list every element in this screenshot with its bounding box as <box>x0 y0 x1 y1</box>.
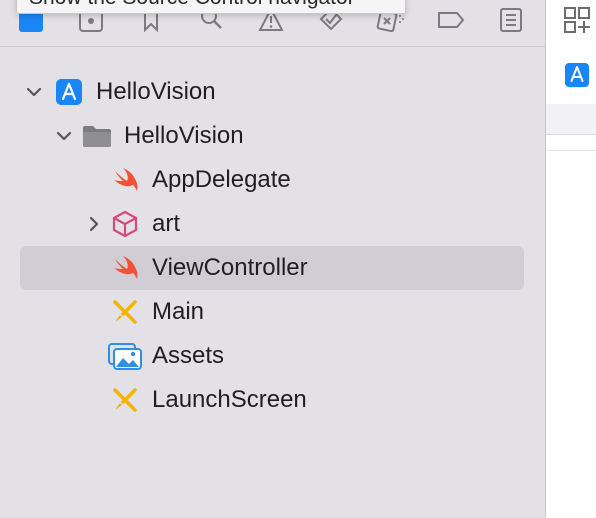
chevron-down-icon[interactable] <box>54 126 74 146</box>
library-icon[interactable] <box>563 6 591 39</box>
xcode-project-icon <box>54 77 84 107</box>
tree-item-label: Main <box>152 298 205 325</box>
package-icon <box>110 209 140 239</box>
swift-file-icon <box>110 253 140 283</box>
tree-item-appdelegate[interactable]: AppDelegate <box>20 158 524 202</box>
tree-item-viewcontroller[interactable]: ViewController <box>20 246 524 290</box>
inspector-header <box>546 0 596 105</box>
xcode-app-icon[interactable] <box>564 62 590 93</box>
report-icon[interactable] <box>496 6 526 34</box>
tree-item-art[interactable]: art <box>20 202 524 246</box>
tree-item-label: HelloVision <box>96 78 216 105</box>
breakpoint-icon[interactable] <box>436 6 466 34</box>
tree-item-launchscreen[interactable]: LaunchScreen <box>20 378 524 422</box>
tree-item-label: LaunchScreen <box>152 386 307 413</box>
tree-item-label: HelloVision <box>124 122 244 149</box>
tree-item-label: art <box>152 210 181 237</box>
inspector-pane <box>546 0 596 518</box>
inspector-band <box>546 104 596 135</box>
tree-item-label: Assets <box>152 342 225 369</box>
navigator-tooltip: Show the Source Control navigator <box>16 0 406 14</box>
storyboard-icon <box>110 385 140 415</box>
chevron-down-icon[interactable] <box>24 82 44 102</box>
chevron-right-icon[interactable] <box>84 214 104 234</box>
tree-item-assets[interactable]: Assets <box>20 334 524 378</box>
inspector-separator <box>546 150 596 151</box>
asset-catalog-icon <box>108 341 142 371</box>
tooltip-text: Show the Source Control navigator <box>29 0 355 9</box>
tree-item-label: AppDelegate <box>152 166 291 193</box>
storyboard-icon <box>110 297 140 327</box>
tree-item-folder[interactable]: HelloVision <box>20 114 524 158</box>
tree-item-label: ViewController <box>152 254 308 281</box>
project-navigator: Show the Source Control navigator HelloV… <box>0 0 545 518</box>
tree-item-project[interactable]: HelloVision <box>20 70 524 114</box>
swift-file-icon <box>110 165 140 195</box>
folder-icon <box>82 121 112 151</box>
tree-item-main[interactable]: Main <box>20 290 524 334</box>
